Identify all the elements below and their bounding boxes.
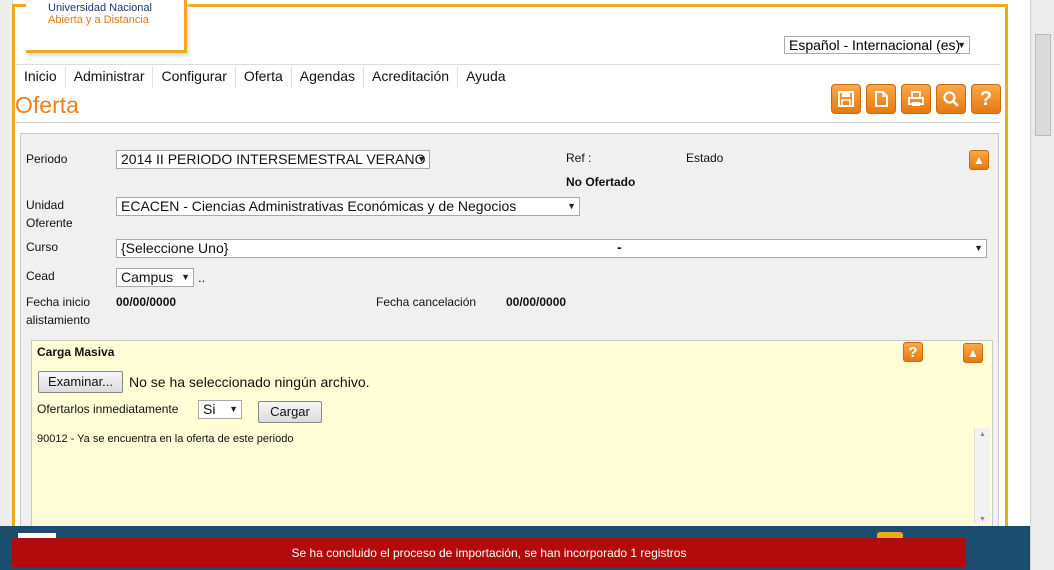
import-notice: Se ha concluido el proceso de importació… [12, 538, 966, 567]
window-scrollbar[interactable] [1030, 0, 1054, 570]
page-title: Oferta [15, 92, 79, 118]
status-value: No Ofertado [566, 175, 636, 189]
unidad-label-line1: Unidad [26, 198, 65, 212]
chevron-down-icon: ▼ [957, 40, 966, 50]
window-scrollbar-thumb[interactable] [1035, 34, 1051, 136]
chevron-down-icon: ▼ [974, 243, 983, 253]
curso-select[interactable]: {Seleccione Uno} - ▼ [116, 239, 987, 258]
nav-item-configurar[interactable]: Configurar [153, 66, 236, 88]
ref-label: Ref : [566, 151, 592, 165]
cead-value: Campus [121, 269, 174, 285]
help-button[interactable]: ? [971, 84, 1001, 114]
nav-divider [16, 64, 1000, 65]
search-icon [943, 91, 959, 107]
chevron-down-icon: ▼ [181, 272, 190, 282]
cead-suffix: .. [198, 270, 206, 285]
estado-label: Estado [686, 151, 724, 165]
carga-title: Carga Masiva [37, 345, 115, 359]
fecha-cancel-value: 00/00/0000 [506, 295, 567, 309]
nav-item-oferta[interactable]: Oferta [236, 66, 292, 88]
logo-line-2: Abierta y a Distancia [48, 14, 149, 26]
nav-item-administrar[interactable]: Administrar [66, 66, 154, 88]
save-button[interactable] [831, 84, 861, 114]
browse-button[interactable]: Examinar... [38, 371, 123, 393]
cargar-button[interactable]: Cargar [258, 401, 322, 423]
fecha-inicio-value: 00/00/0000 [116, 295, 177, 309]
fecha-inicio-label-line2: alistamiento [26, 313, 91, 327]
fecha-inicio-label-line1: Fecha inicio [26, 295, 91, 309]
fecha-cancel-label: Fecha cancelación [376, 295, 477, 309]
periodo-label: Periodo [26, 152, 68, 166]
chevron-up-icon: ▲ [967, 346, 979, 360]
logo-line-1: Universidad Nacional [48, 2, 152, 14]
periodo-select[interactable]: 2014 II PERIODO INTERSEMESTRAL VERANO ▼ [116, 150, 430, 169]
ofertar-select[interactable]: Si ▼ [198, 400, 242, 419]
nav-item-acreditacion[interactable]: Acreditación [364, 66, 459, 88]
nav-item-ayuda[interactable]: Ayuda [458, 66, 513, 88]
curso-dash: - [617, 239, 622, 255]
title-divider [16, 122, 1000, 123]
nav-item-inicio[interactable]: Inicio [16, 66, 66, 88]
unidad-label-line2: Oferente [26, 216, 73, 230]
university-logo[interactable]: Universidad Nacional Abierta y a Distanc… [26, 0, 187, 53]
save-icon [838, 91, 854, 107]
periodo-value: 2014 II PERIODO INTERSEMESTRAL VERANO [121, 151, 426, 167]
import-log-entry: 90012 - Ya se encuentra en la oferta de … [37, 433, 294, 445]
new-document-button[interactable] [866, 84, 896, 114]
cead-select[interactable]: Campus ▼ [116, 268, 194, 287]
chevron-down-icon: ▼ [417, 154, 426, 164]
ofertar-value: Si [203, 401, 216, 417]
chevron-down-icon: ▼ [567, 201, 576, 211]
help-icon: ? [908, 343, 918, 361]
chevron-up-icon: ▲ [973, 153, 985, 167]
cead-label: Cead [26, 269, 55, 283]
help-icon: ? [979, 87, 993, 110]
curso-value: {Seleccione Uno} [121, 240, 229, 256]
language-select[interactable]: Español - Internacional (es) ▼ [784, 36, 970, 54]
language-selected: Español - Internacional (es) [789, 37, 961, 53]
scroll-up-icon[interactable]: ▲ [975, 431, 990, 438]
carga-masiva-panel: Carga Masiva ? ▲ Examinar... No se ha se… [31, 340, 993, 530]
collapse-form-button[interactable]: ▲ [969, 150, 989, 170]
unidad-select[interactable]: ECACEN - Ciencias Administrativas Económ… [116, 197, 580, 216]
chevron-down-icon: ▼ [229, 404, 238, 414]
ofertar-label: Ofertarlos inmediatamente [37, 402, 179, 416]
main-nav: Inicio Administrar Configurar Oferta Age… [16, 66, 514, 88]
log-scrollbar[interactable]: ▲ ▼ [974, 428, 990, 523]
print-button[interactable] [901, 84, 931, 114]
scroll-down-icon[interactable]: ▼ [975, 516, 990, 523]
carga-help-button[interactable]: ? [903, 342, 923, 362]
new-document-icon [875, 91, 888, 107]
no-file-text: No se ha seleccionado ningún archivo. [129, 374, 370, 390]
nav-item-agendas[interactable]: Agendas [292, 66, 365, 88]
print-icon [908, 91, 924, 106]
curso-label: Curso [26, 240, 59, 254]
search-button[interactable] [936, 84, 966, 114]
unidad-value: ECACEN - Ciencias Administrativas Económ… [121, 198, 517, 214]
collapse-carga-button[interactable]: ▲ [963, 343, 983, 363]
